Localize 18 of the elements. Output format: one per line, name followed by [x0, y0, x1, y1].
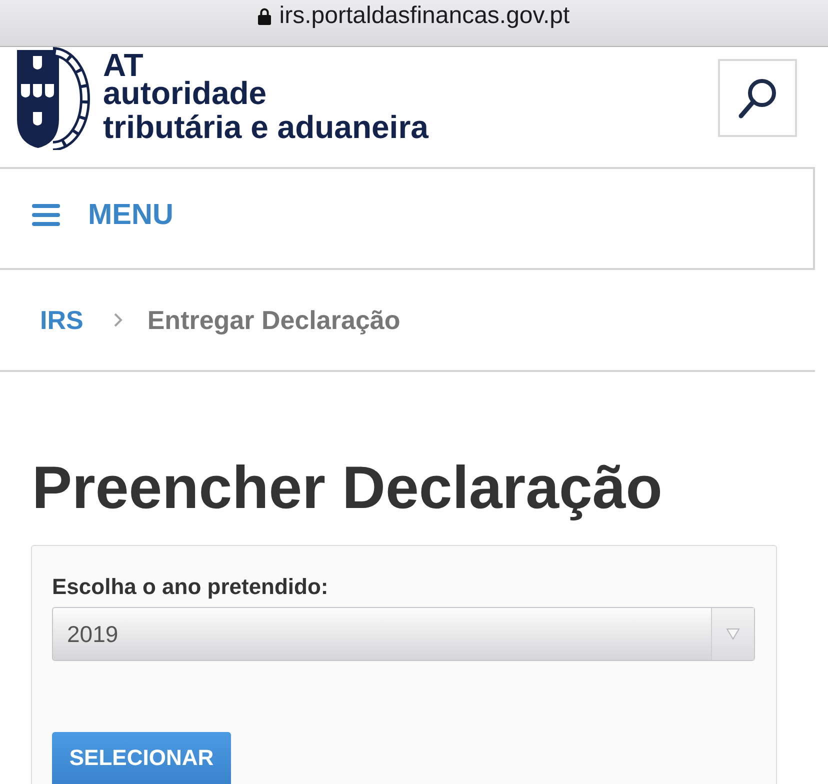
page-title: Preencher Declaração — [32, 458, 662, 518]
menu-button[interactable]: MENU — [32, 198, 174, 232]
logo-text: autoridade — [103, 79, 267, 107]
url-text[interactable]: irs.portaldasfinancas.gov.pt — [279, 2, 570, 30]
breadcrumb-current: Entregar Declaração — [147, 304, 400, 336]
caret-icon — [726, 628, 740, 640]
logo-text: tributária e aduaneira — [103, 111, 428, 143]
lock-icon — [258, 7, 272, 25]
search-button[interactable] — [718, 59, 797, 137]
breadcrumb-link[interactable]: IRS — [40, 304, 84, 336]
logo-abbreviation: AT — [103, 51, 144, 79]
submit-button[interactable]: SELECIONAR — [52, 732, 231, 784]
chevron-icon — [113, 312, 124, 328]
year-select[interactable]: 2019 — [52, 607, 755, 661]
year-label: Escolha o ano pretendido: — [52, 575, 328, 599]
search-icon — [738, 77, 778, 119]
menu-icon — [32, 204, 60, 226]
emblem-icon — [15, 47, 90, 150]
